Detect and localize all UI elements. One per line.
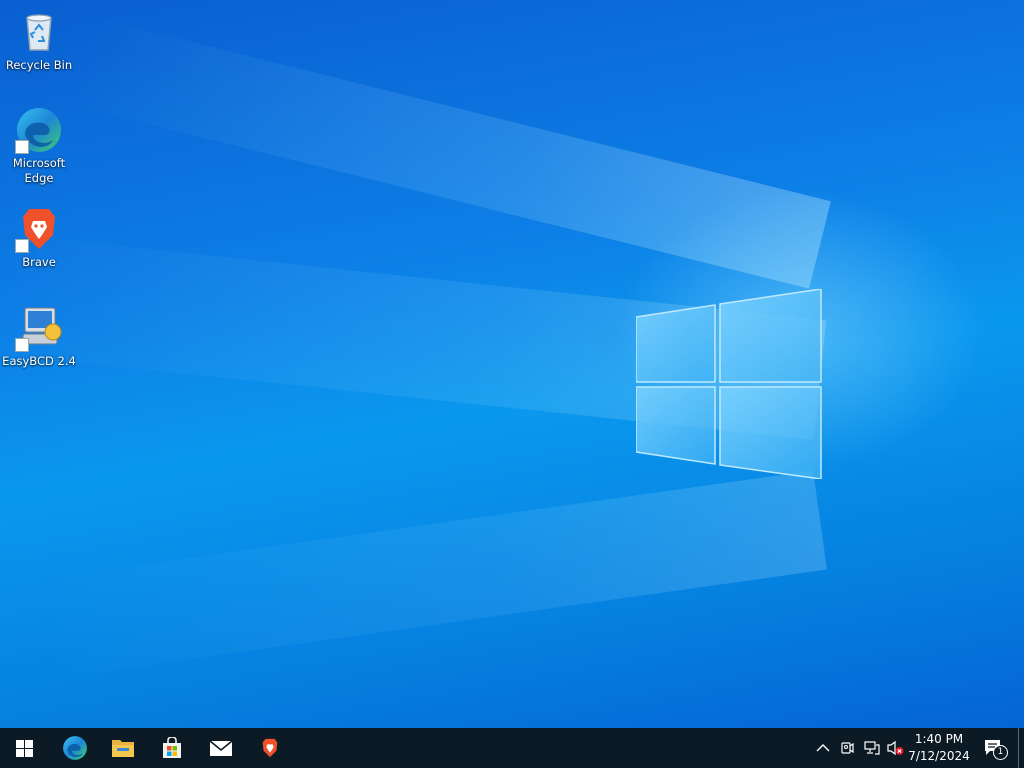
desktop-icon-microsoft-edge[interactable]: Microsoft Edge — [1, 106, 77, 186]
meet-now-button[interactable] — [838, 739, 856, 757]
brave-icon — [262, 738, 278, 758]
network-icon — [863, 741, 880, 755]
desktop-icon-label: Brave — [22, 255, 56, 269]
show-hidden-icons-button[interactable] — [814, 739, 832, 757]
edge-icon — [15, 106, 63, 154]
edge-icon — [63, 736, 87, 760]
taskbar-file-explorer-button[interactable] — [99, 728, 147, 768]
taskbar: 1:40 PM 7/12/2024 1 — [0, 728, 1024, 768]
desktop-icon-recycle-bin[interactable]: Recycle Bin — [1, 8, 77, 73]
taskbar-store-button[interactable] — [148, 728, 196, 768]
folder-icon — [112, 740, 134, 757]
store-icon — [163, 737, 181, 758]
windows-logo-wallpaper — [636, 289, 822, 479]
wallpaper-beam — [71, 17, 831, 289]
taskbar-edge-button[interactable] — [51, 728, 99, 768]
desktop-icon-easybcd[interactable]: EasyBCD 2.4 — [1, 304, 77, 369]
shortcut-arrow-icon — [15, 338, 29, 352]
meet-now-icon — [841, 742, 854, 754]
easybcd-icon — [15, 304, 63, 352]
desktop: Recycle Bin Microsoft Edge Brave EasyBCD… — [0, 0, 1024, 728]
desktop-icon-brave[interactable]: Brave — [1, 205, 77, 270]
shortcut-arrow-icon — [15, 239, 29, 253]
action-center-button[interactable]: 1 — [983, 739, 1008, 760]
clock-time: 1:40 PM — [914, 732, 964, 746]
wallpaper-beam — [40, 470, 827, 679]
volume-button[interactable] — [886, 739, 904, 757]
brave-icon — [15, 205, 63, 253]
desktop-icon-label: EasyBCD 2.4 — [2, 354, 76, 368]
desktop-icon-label: Microsoft Edge — [12, 156, 66, 185]
start-icon — [15, 739, 33, 757]
shortcut-arrow-icon — [15, 140, 29, 154]
network-button[interactable] — [862, 739, 880, 757]
mail-icon — [209, 740, 233, 756]
taskbar-brave-button[interactable] — [246, 728, 294, 768]
clock[interactable]: 1:40 PM 7/12/2024 — [904, 731, 974, 765]
chevron-up-icon — [816, 744, 830, 752]
desktop-icon-label: Recycle Bin — [5, 58, 73, 72]
recycle-bin-icon — [15, 8, 63, 56]
clock-date: 7/12/2024 — [908, 749, 970, 763]
show-desktop-button[interactable] — [1018, 728, 1024, 768]
start-button[interactable] — [0, 728, 48, 768]
notification-count-badge: 1 — [993, 745, 1008, 760]
volume-muted-icon — [887, 740, 904, 756]
taskbar-mail-button[interactable] — [197, 728, 245, 768]
